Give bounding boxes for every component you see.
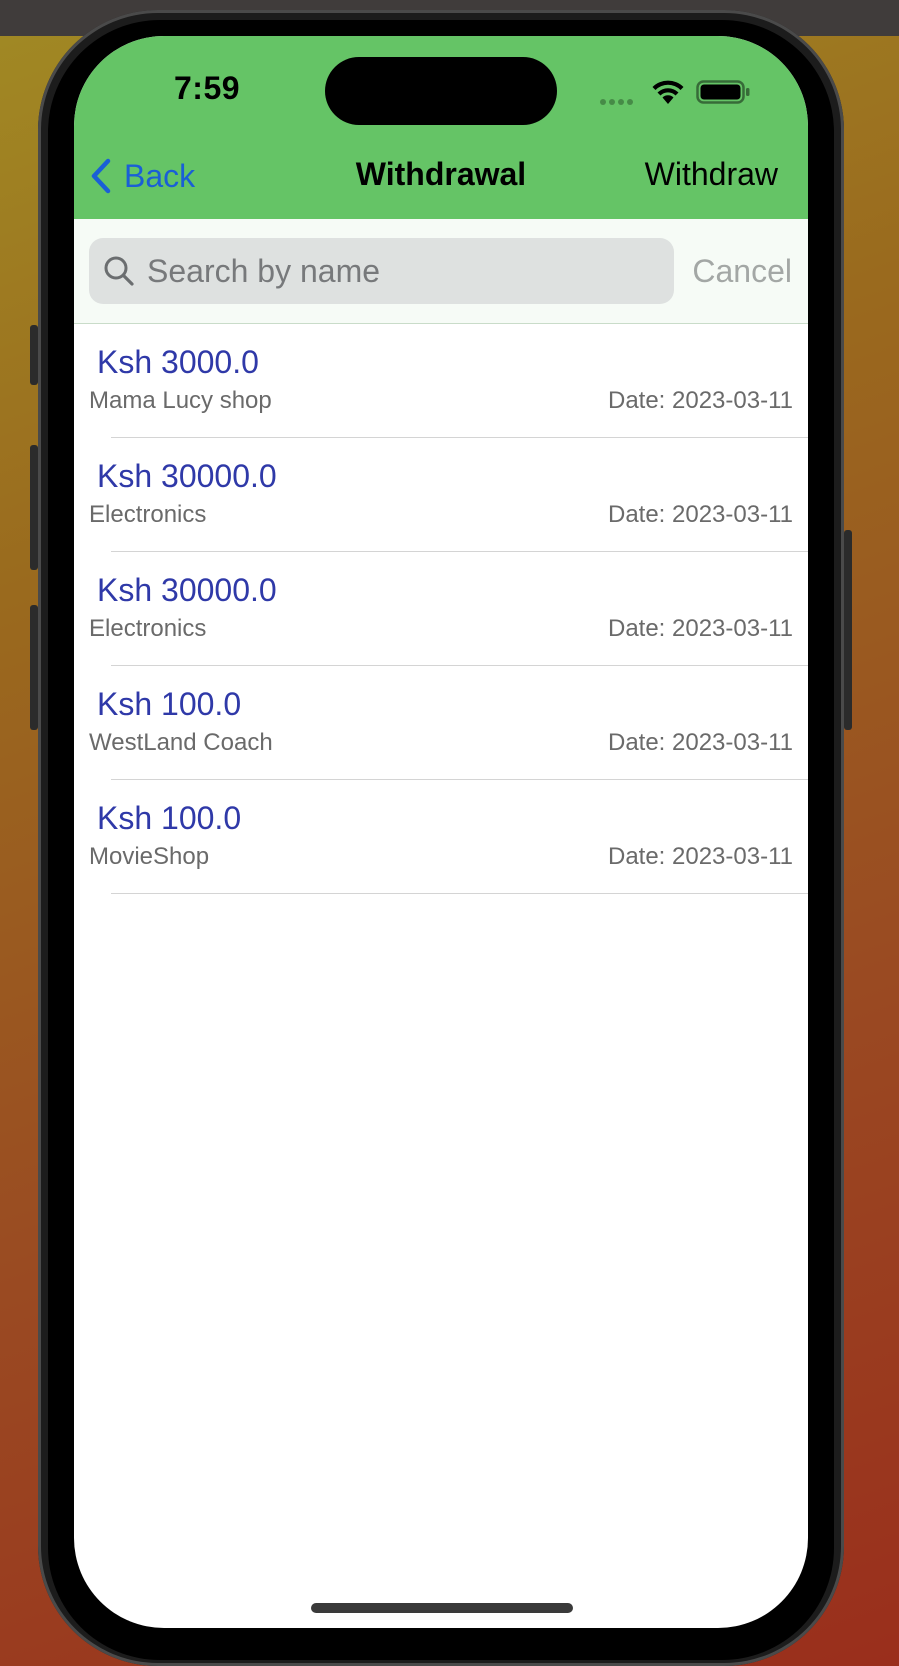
search-field-container[interactable]	[89, 238, 674, 304]
date-label: Date: 2023-03-11	[607, 615, 793, 642]
amount-label: Ksh 3000.0	[97, 344, 259, 380]
simulator-desktop: 7:59 Back Withdrawal Withdraw Search by …	[0, 0, 899, 1666]
date-label: Date: 2023-03-11	[607, 387, 793, 414]
search-bar: Cancel	[74, 219, 808, 324]
silent-switch	[30, 325, 38, 385]
volume-up-button	[30, 445, 38, 570]
search-icon	[103, 255, 135, 287]
back-label: Back	[124, 157, 196, 194]
merchant-name: Mama Lucy shop	[89, 387, 272, 414]
dynamic-island	[325, 57, 557, 125]
home-indicator[interactable]	[311, 1603, 573, 1613]
merchant-name: MovieShop	[89, 843, 210, 870]
amount-label: Ksh 30000.0	[97, 458, 277, 494]
withdraw-button[interactable]: Withdraw	[645, 156, 778, 193]
date-label: Date: 2023-03-11	[607, 843, 793, 870]
merchant-name: WestLand Coach	[89, 729, 273, 756]
merchant-name: Electronics	[89, 501, 207, 528]
row-separator	[111, 893, 808, 894]
navigation-bar: 7:59 Back Withdrawal Withdraw	[74, 36, 808, 219]
power-button	[844, 530, 852, 730]
cellular-dots-icon	[600, 92, 640, 105]
wifi-icon	[650, 78, 686, 106]
list-item[interactable]: Ksh 100.0 MovieShop Date: 2023-03-11	[74, 780, 808, 894]
back-button[interactable]: Back	[90, 154, 195, 198]
volume-down-button	[30, 605, 38, 730]
battery-icon	[696, 78, 752, 106]
date-label: Date: 2023-03-11	[607, 729, 793, 756]
chevron-left-icon	[91, 158, 111, 194]
merchant-name: Electronics	[89, 615, 207, 642]
list-item[interactable]: Ksh 3000.0 Mama Lucy shop Date: 2023-03-…	[74, 324, 808, 438]
phone-screen: 7:59 Back Withdrawal Withdraw Search by …	[74, 36, 808, 1628]
date-label: Date: 2023-03-11	[607, 501, 793, 528]
status-time: 7:59	[174, 70, 241, 106]
list-item[interactable]: Ksh 30000.0 Electronics Date: 2023-03-11	[74, 552, 808, 666]
cancel-button[interactable]: Cancel	[692, 253, 792, 290]
amount-label: Ksh 100.0	[97, 800, 242, 836]
search-input[interactable]	[145, 251, 629, 291]
list-item[interactable]: Ksh 100.0 WestLand Coach Date: 2023-03-1…	[74, 666, 808, 780]
list-item[interactable]: Ksh 30000.0 Electronics Date: 2023-03-11	[74, 438, 808, 552]
amount-label: Ksh 30000.0	[97, 572, 277, 608]
amount-label: Ksh 100.0	[97, 686, 242, 722]
withdrawal-list: Ksh 3000.0 Mama Lucy shop Date: 2023-03-…	[74, 324, 808, 894]
